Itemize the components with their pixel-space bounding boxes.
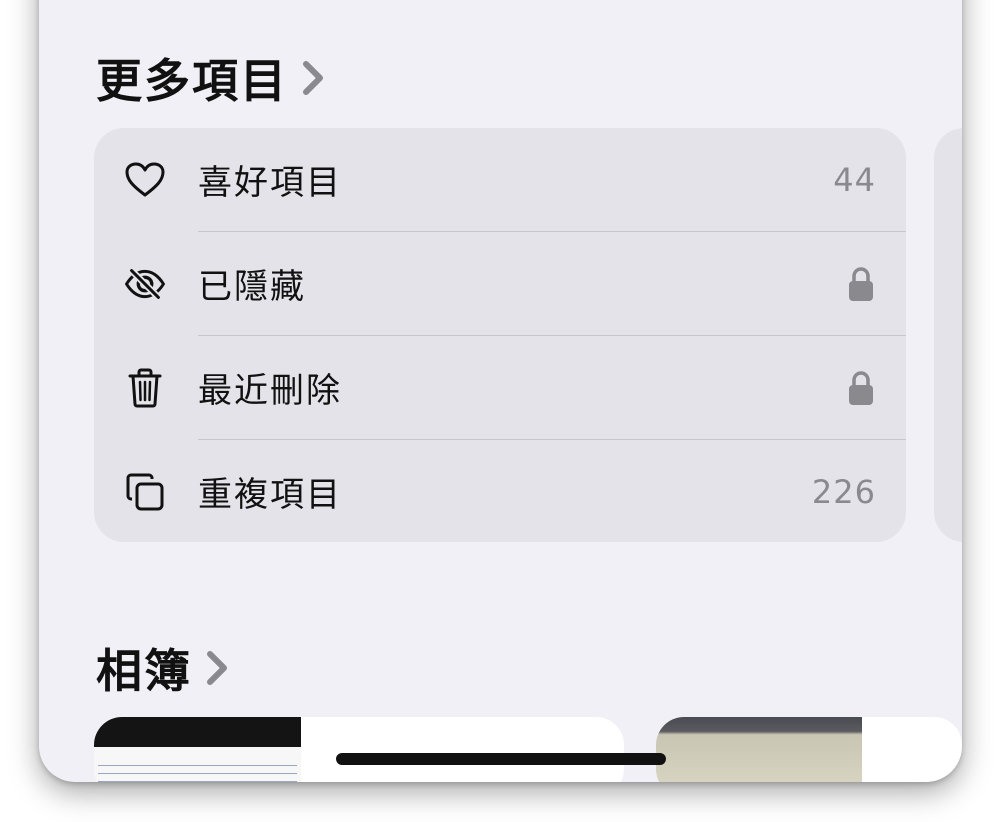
duplicate-icon: [124, 471, 166, 513]
list-item-label: 最近刪除: [198, 371, 342, 411]
list-item-duplicates[interactable]: 重複項目 226: [94, 440, 906, 542]
eye-slash-icon: [124, 263, 166, 305]
album-tile[interactable]: [656, 717, 962, 782]
home-indicator[interactable]: [336, 753, 666, 765]
chevron-right-icon: [303, 61, 323, 95]
lock-icon: [849, 266, 873, 301]
photos-screen: 更多項目 喜好項目 44 已隱藏 最近刪除 重複項目 226 相簿: [39, 0, 962, 782]
album-thumbnail: [656, 717, 862, 782]
list-item-label: 已隱藏: [198, 267, 306, 307]
albums-header[interactable]: 相簿: [96, 635, 230, 701]
albums-title: 相簿: [96, 644, 192, 698]
album-thumbnail: [94, 717, 301, 782]
more-items-list: 喜好項目 44 已隱藏 最近刪除 重複項目 226: [94, 128, 906, 542]
list-item-favorites[interactable]: 喜好項目 44: [94, 128, 906, 231]
next-card-peek[interactable]: [934, 128, 962, 542]
list-item-label: 重複項目: [198, 475, 342, 515]
duplicates-count: 226: [811, 472, 876, 511]
trash-icon: [124, 367, 166, 409]
chevron-right-icon: [207, 651, 227, 685]
heart-icon: [124, 159, 166, 201]
more-items-header[interactable]: 更多項目: [96, 45, 326, 111]
more-items-title: 更多項目: [96, 54, 288, 108]
album-tile[interactable]: [94, 717, 624, 782]
lock-icon: [849, 370, 873, 405]
list-item-recently-deleted[interactable]: 最近刪除: [94, 336, 906, 439]
favorites-count: 44: [833, 160, 876, 199]
list-item-hidden[interactable]: 已隱藏: [94, 232, 906, 335]
list-item-label: 喜好項目: [198, 163, 342, 203]
